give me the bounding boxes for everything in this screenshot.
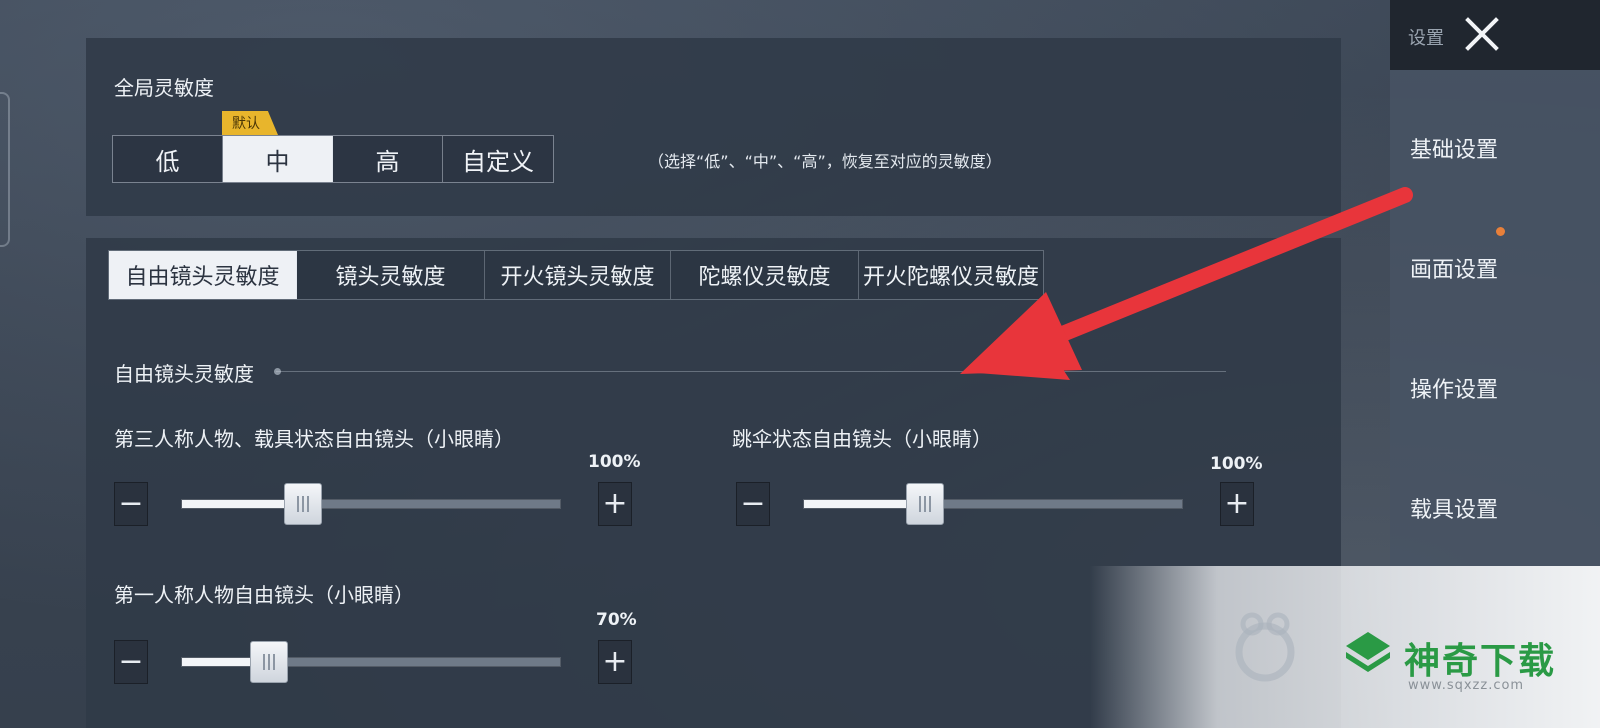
increase-button-third-person[interactable]: + — [598, 482, 632, 526]
slider-percent-first-person: 70% — [596, 610, 637, 630]
slider-track-third-person[interactable] — [181, 483, 561, 525]
slider-label-parachute: 跳伞状态自由镜头（小眼睛） — [732, 427, 992, 451]
sensitivity-preset-group: 低 中 高 自定义 — [112, 135, 554, 183]
increase-button-parachute[interactable]: + — [1220, 482, 1254, 526]
left-edge-handle[interactable] — [0, 92, 10, 247]
preset-hint: （选择“低”、“中”、“高”，恢复至对应的灵敏度） — [648, 152, 1002, 171]
watermark-brand: 神奇下载 — [1404, 641, 1557, 682]
close-icon[interactable] — [1462, 14, 1502, 54]
slider-track-parachute[interactable] — [803, 483, 1183, 525]
tab-camera[interactable]: 镜头灵敏度 — [297, 251, 485, 299]
global-sensitivity-panel: 全局灵敏度 默认 低 中 高 自定义 （选择“低”、“中”、“高”，恢复至对应的… — [86, 38, 1341, 216]
section-title: 自由镜头灵敏度 — [114, 362, 254, 386]
slider-label-third-person: 第三人称人物、载具状态自由镜头（小眼睛） — [114, 427, 514, 451]
decrease-button-third-person[interactable]: − — [114, 482, 148, 526]
slider-label-first-person: 第一人称人物自由镜头（小眼睛） — [114, 583, 414, 607]
tab-fire-gyroscope[interactable]: 开火陀螺仪灵敏度 — [859, 251, 1043, 299]
global-sensitivity-title: 全局灵敏度 — [114, 76, 214, 100]
slider-percent-parachute: 100% — [1210, 454, 1263, 474]
preset-custom-button[interactable]: 自定义 — [443, 136, 553, 182]
tab-free-camera[interactable]: 自由镜头灵敏度 — [109, 251, 297, 299]
preset-medium-button[interactable]: 中 — [223, 136, 333, 182]
sidebar-item-basic[interactable]: 基础设置 — [1410, 132, 1498, 164]
watermark-url: www.sqxzz.com — [1408, 678, 1525, 693]
sensitivity-tabs: 自由镜头灵敏度 镜头灵敏度 开火镜头灵敏度 陀螺仪灵敏度 开火陀螺仪灵敏度 — [108, 250, 1044, 300]
sidebar-item-graphics[interactable]: 画面设置 — [1410, 252, 1498, 284]
decrease-button-parachute[interactable]: − — [736, 482, 770, 526]
tab-gyroscope[interactable]: 陀螺仪灵敏度 — [671, 251, 859, 299]
slider-thumb-third-person[interactable] — [283, 483, 322, 525]
sidebar-item-controls[interactable]: 操作设置 — [1410, 372, 1498, 404]
slider-thumb-parachute[interactable] — [905, 483, 944, 525]
slider-track-first-person[interactable] — [181, 641, 561, 683]
slider-percent-third-person: 100% — [588, 452, 641, 472]
preset-high-button[interactable]: 高 — [333, 136, 443, 182]
decrease-button-first-person[interactable]: − — [114, 640, 148, 684]
watermark-logo-icon — [1235, 612, 1295, 682]
section-divider — [276, 371, 1226, 372]
tab-fire-camera[interactable]: 开火镜头灵敏度 — [485, 251, 671, 299]
notification-dot — [1496, 227, 1505, 236]
default-tag: 默认 — [222, 111, 278, 135]
sidebar-item-vehicle[interactable]: 载具设置 — [1410, 492, 1498, 524]
settings-header: 设置 — [1390, 0, 1600, 70]
brand-logo-icon — [1346, 632, 1390, 672]
settings-header-label: 设置 — [1408, 28, 1444, 49]
preset-low-button[interactable]: 低 — [113, 136, 223, 182]
slider-thumb-first-person[interactable] — [249, 641, 288, 683]
increase-button-first-person[interactable]: + — [598, 640, 632, 684]
